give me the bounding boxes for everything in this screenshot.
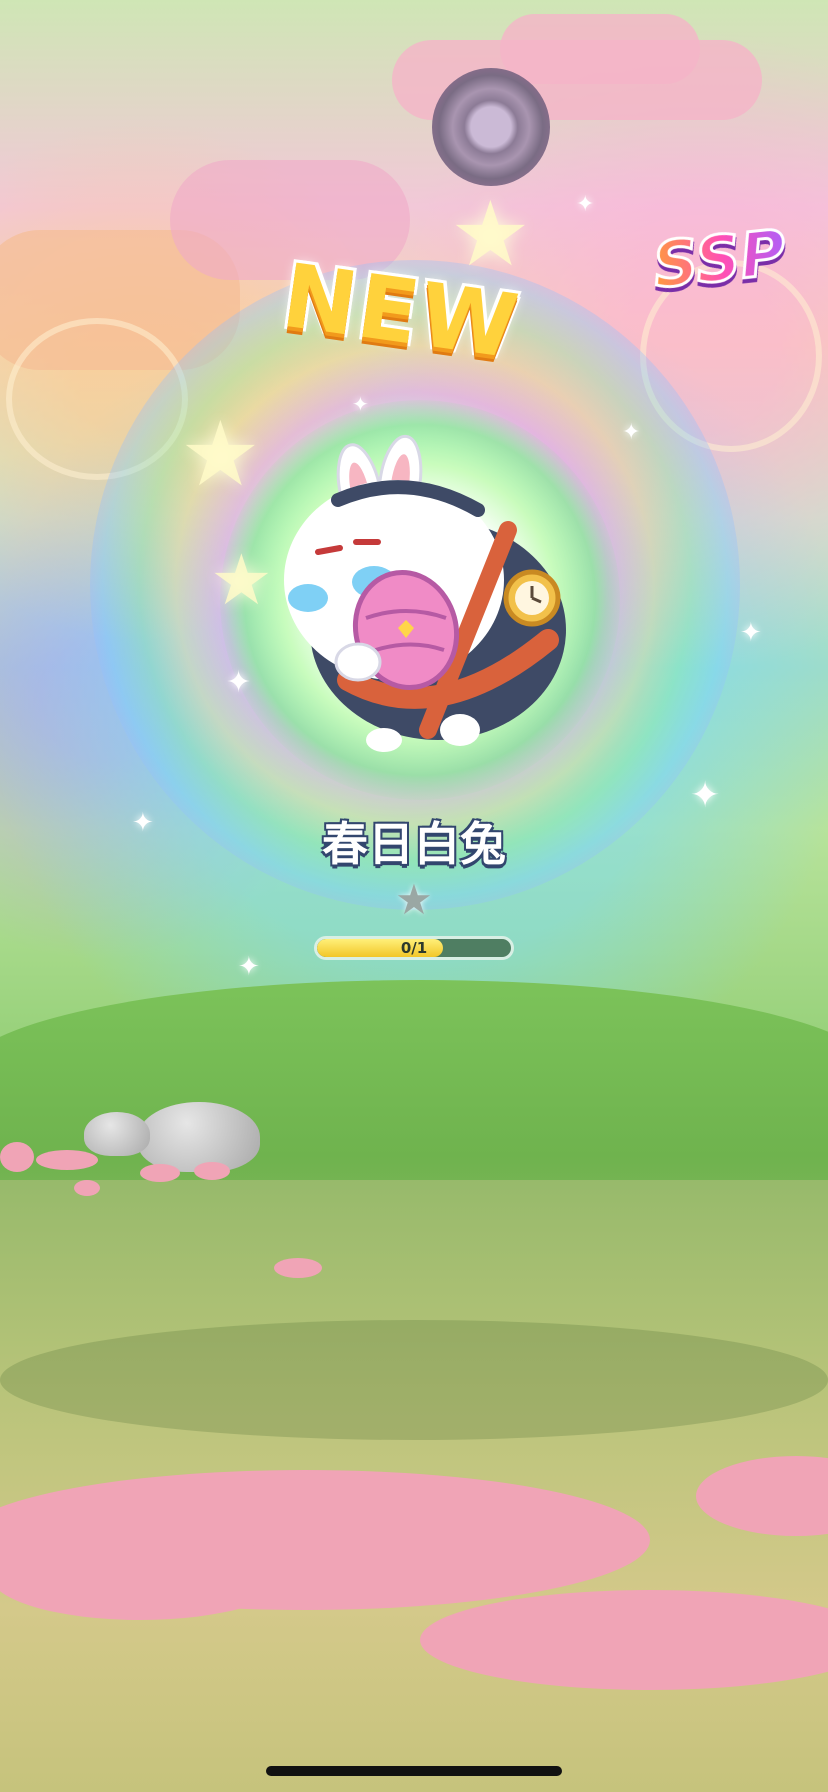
rock [138,1102,260,1172]
sparkle: ✦ [226,665,252,700]
star-icon: ★ [395,875,433,924]
sparkle: ✦ [740,618,762,648]
sparkle: ✦ [352,392,369,416]
petal [194,1162,230,1180]
star-decoration: ★ [210,539,273,621]
home-indicator[interactable] [266,1766,562,1776]
ground-shadow [0,1320,828,1440]
sparkle: ✦ [576,192,595,217]
petal [140,1164,180,1182]
star-decoration: ★ [450,182,531,287]
game-scene: ★ ★ ★ ✦ ✦ ✦ ✦ ✦ ✦ ✦ ✦ NEW SSP 春日白兔 ★ 0/1 [0,0,828,1792]
progress-bar: 0/1 [314,936,514,960]
petal [36,1150,98,1170]
rarity-badge: SSP [648,214,799,319]
rock [84,1112,150,1156]
progress-text: 0/1 [400,939,428,957]
sparkle: ✦ [622,420,641,445]
petal [0,1142,34,1172]
bunny-character[interactable] [278,430,578,760]
star-decoration: ★ [180,402,261,507]
petal [274,1258,322,1278]
sparkle: ✦ [690,775,721,816]
ring-decoration [432,68,550,186]
sparkle: ✦ [132,808,154,838]
cloud [500,14,700,84]
sparkle: ✦ [238,952,260,982]
character-name: 春日白兔 [322,817,506,871]
pink-puddle [0,1530,290,1620]
petal [74,1180,100,1196]
